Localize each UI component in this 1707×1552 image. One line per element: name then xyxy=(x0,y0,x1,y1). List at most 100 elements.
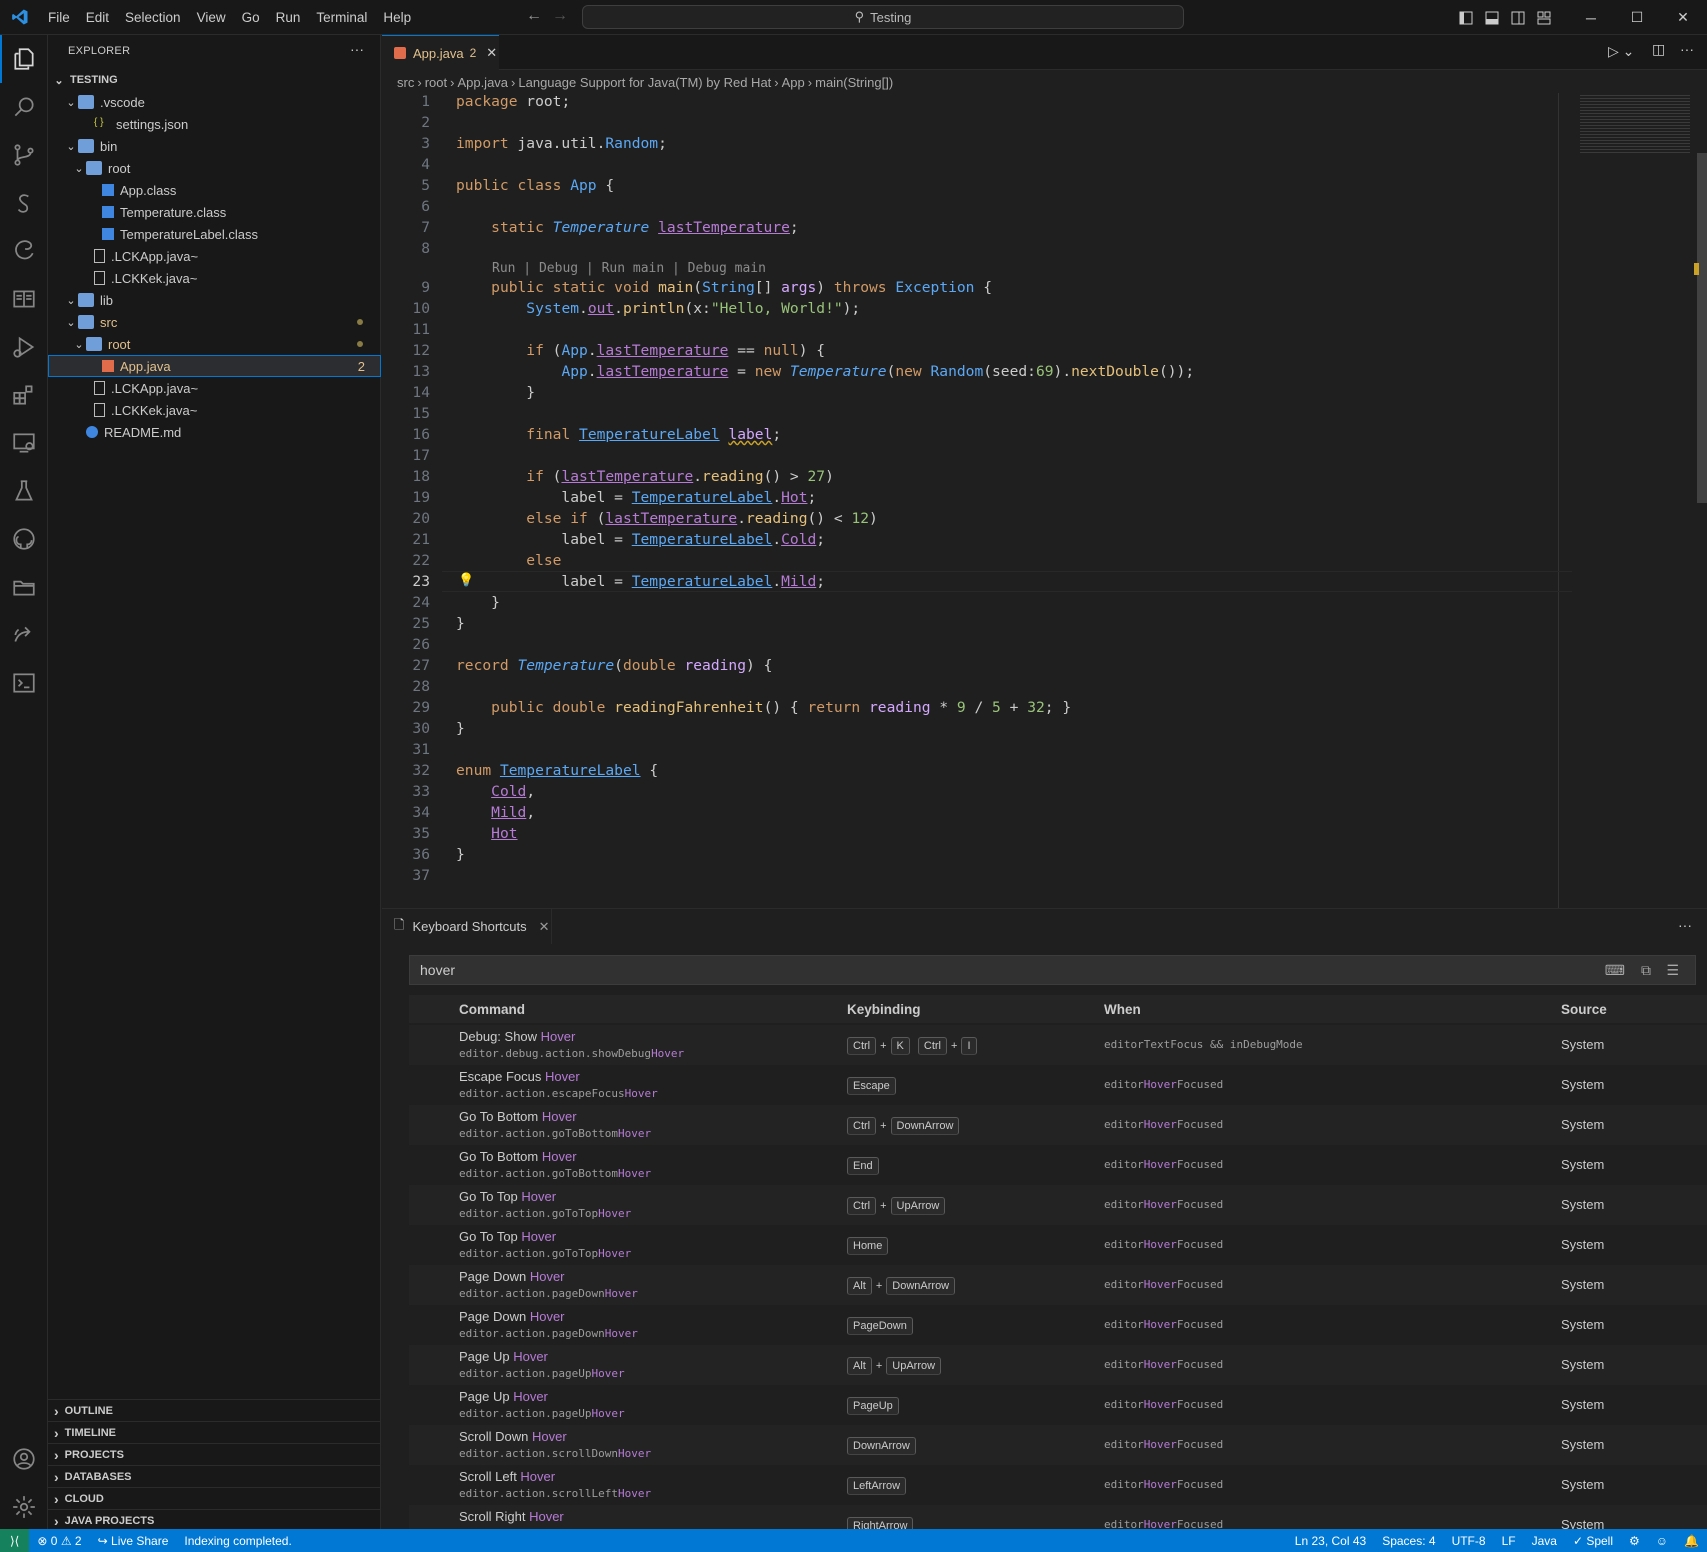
tree-item[interactable]: Temperature.class xyxy=(48,201,381,223)
tree-item[interactable]: .LCKKek.java~ xyxy=(48,267,381,289)
minimap[interactable] xyxy=(1572,93,1692,908)
terminal-icon[interactable] xyxy=(0,659,48,707)
notifications-bell-icon[interactable]: 🔔 xyxy=(1676,1534,1707,1548)
keybinding-row[interactable]: Page Down Hover editor.action.pageDownHov… xyxy=(409,1265,1707,1305)
maximize-icon[interactable]: ☐ xyxy=(1614,0,1660,35)
keybinding-row[interactable]: Escape Focus Hover editor.action.escapeFo… xyxy=(409,1065,1707,1105)
tree-item[interactable]: ⌄ bin xyxy=(48,135,381,157)
tab-app-java[interactable]: App.java 2 ✕ xyxy=(382,35,499,70)
tree-item[interactable]: .LCKApp.java~ xyxy=(48,377,381,399)
close-tab-icon[interactable]: ✕ xyxy=(486,45,497,61)
menu-file[interactable]: File xyxy=(40,0,78,35)
editor-scrollbar[interactable] xyxy=(1694,93,1707,908)
tree-item[interactable]: .LCKApp.java~ xyxy=(48,245,381,267)
breadcrumb-item[interactable]: src xyxy=(397,75,414,90)
workspace-root[interactable]: ⌄ TESTING xyxy=(48,69,381,91)
tree-item[interactable]: { } settings.json xyxy=(48,113,381,135)
toggle-secondary-sidebar-icon[interactable] xyxy=(1506,0,1530,35)
keybinding-row[interactable]: Go To Bottom Hover editor.action.goToBott… xyxy=(409,1145,1707,1185)
menu-view[interactable]: View xyxy=(189,0,234,35)
tree-item[interactable]: App.java 2 xyxy=(48,355,381,377)
keybinding-row[interactable]: Page Up Hover editor.action.pageUpHover Al… xyxy=(409,1345,1707,1385)
code-lens[interactable]: Run | Debug | Run main | Debug main xyxy=(492,261,766,276)
more-actions-icon[interactable]: ··· xyxy=(1680,41,1694,57)
customize-layout-icon[interactable] xyxy=(1532,0,1556,35)
indentation[interactable]: Spaces: 4 xyxy=(1374,1534,1443,1548)
keybinding-row[interactable]: Page Down Hover editor.action.pageDownHov… xyxy=(409,1305,1707,1345)
section-projects[interactable]: › PROJECTS xyxy=(48,1443,381,1465)
toggle-panel-icon[interactable] xyxy=(1480,0,1504,35)
folders-icon[interactable] xyxy=(0,563,48,611)
run-debug-icon[interactable] xyxy=(0,323,48,371)
tree-item[interactable]: ⌄ root xyxy=(48,333,381,355)
cursor-position[interactable]: Ln 23, Col 43 xyxy=(1287,1534,1374,1548)
tab-keyboard-shortcuts[interactable]: 🗋 Keyboard Shortcuts ✕ xyxy=(382,909,552,944)
code-editor[interactable]: 1 2 3 4 5 6 7 8 9 10 11 12 13 14 15 16 1… xyxy=(382,93,1572,908)
tree-item[interactable]: README.md xyxy=(48,421,381,443)
keybinding-row[interactable]: Scroll Down Hover editor.action.scrollDow… xyxy=(409,1425,1707,1465)
keybinding-row[interactable]: Debug: Show Hover editor.debug.action.sho… xyxy=(409,1025,1707,1065)
search-icon[interactable] xyxy=(0,83,48,131)
breadcrumb-item[interactable]: Language Support for Java(TM) by Red Hat xyxy=(518,75,771,90)
split-editor-icon[interactable]: ◫ xyxy=(1652,41,1665,58)
keybinding-row[interactable]: Go To Top Hover editor.action.goToTopHove… xyxy=(409,1225,1707,1265)
breadcrumb-item[interactable]: App xyxy=(782,75,805,90)
problems-status[interactable]: ⊗ 0 ⚠ 2 xyxy=(29,1534,89,1548)
toggle-sidebar-icon[interactable] xyxy=(1454,0,1478,35)
menu-go[interactable]: Go xyxy=(234,0,268,35)
breadcrumb-item[interactable]: root xyxy=(425,75,447,90)
filter-icon[interactable]: ⧉ xyxy=(1641,962,1651,979)
end-of-line[interactable]: LF xyxy=(1494,1534,1524,1548)
live-share-icon[interactable] xyxy=(0,611,48,659)
tree-item[interactable]: ⌄ lib xyxy=(48,289,381,311)
book-icon[interactable] xyxy=(0,275,48,323)
language-mode[interactable]: Java xyxy=(1524,1534,1565,1548)
breadcrumb-item[interactable]: main(String[]) xyxy=(815,75,893,90)
keybinding-search-input[interactable]: hover ⌨ ⧉ ☰ xyxy=(409,955,1696,985)
breadcrumb-item[interactable]: App.java xyxy=(457,75,508,90)
tree-item[interactable]: TemperatureLabel.class xyxy=(48,223,381,245)
tree-item[interactable]: App.class xyxy=(48,179,381,201)
github-icon[interactable] xyxy=(0,515,48,563)
live-share-status[interactable]: ↪ Live Share xyxy=(90,1534,177,1548)
sonar-icon[interactable] xyxy=(0,179,48,227)
testing-flask-icon[interactable] xyxy=(0,467,48,515)
edge-tools-icon[interactable] xyxy=(0,227,48,275)
source-control-icon[interactable] xyxy=(0,131,48,179)
section-timeline[interactable]: › TIMELINE xyxy=(48,1421,381,1443)
more-actions-icon[interactable]: ··· xyxy=(1678,917,1692,933)
keybinding-row[interactable]: Scroll Left Hover editor.action.scrollLef… xyxy=(409,1465,1707,1505)
command-center-search[interactable]: ⚲ Testing xyxy=(582,5,1184,29)
close-tab-icon[interactable]: ✕ xyxy=(539,919,550,935)
tree-item[interactable]: ⌄ root xyxy=(48,157,381,179)
spell-check[interactable]: ✓ Spell xyxy=(1565,1534,1621,1548)
extensions-icon[interactable] xyxy=(0,371,48,419)
sort-by-precedence-icon[interactable]: ☰ xyxy=(1666,962,1679,979)
remote-explorer-icon[interactable] xyxy=(0,419,48,467)
minimize-icon[interactable]: ─ xyxy=(1568,0,1614,35)
settings-gear-icon[interactable] xyxy=(0,1483,48,1531)
keybinding-row[interactable]: Page Up Hover editor.action.pageUpHover Pa… xyxy=(409,1385,1707,1425)
section-databases[interactable]: › DATABASES xyxy=(48,1465,381,1487)
run-file-icon[interactable]: ▷ ⌄ xyxy=(1608,43,1634,60)
menu-run[interactable]: Run xyxy=(268,0,309,35)
section-cloud[interactable]: › CLOUD xyxy=(48,1487,381,1509)
encoding[interactable]: UTF-8 xyxy=(1444,1534,1494,1548)
more-actions-icon[interactable]: ··· xyxy=(350,41,364,57)
record-keys-icon[interactable]: ⌨ xyxy=(1605,962,1625,979)
remote-indicator-icon[interactable]: ⟩⟨ xyxy=(0,1529,30,1552)
tree-item[interactable]: .LCKKek.java~ xyxy=(48,399,381,421)
menu-edit[interactable]: Edit xyxy=(78,0,117,35)
keybinding-row[interactable]: Go To Bottom Hover editor.action.goToBott… xyxy=(409,1105,1707,1145)
accounts-icon[interactable] xyxy=(0,1435,48,1483)
menu-help[interactable]: Help xyxy=(375,0,419,35)
close-window-icon[interactable]: ✕ xyxy=(1660,0,1706,35)
explorer-icon[interactable] xyxy=(0,35,48,83)
java-status-icon[interactable]: ⚙ xyxy=(1621,1534,1648,1548)
back-arrow-icon[interactable]: ← xyxy=(526,7,542,25)
section-outline[interactable]: › OUTLINE xyxy=(48,1399,381,1421)
keybinding-row[interactable]: Go To Top Hover editor.action.goToTopHove… xyxy=(409,1185,1707,1225)
forward-arrow-icon[interactable]: → xyxy=(552,7,568,25)
menu-selection[interactable]: Selection xyxy=(117,0,189,35)
tree-item[interactable]: ⌄ .vscode xyxy=(48,91,381,113)
